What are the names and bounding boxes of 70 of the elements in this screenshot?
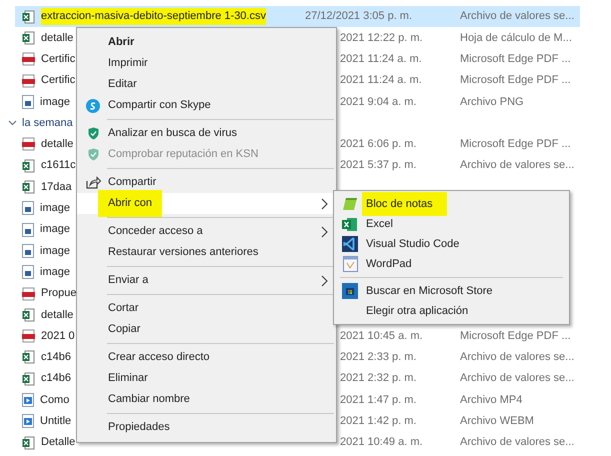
file-name: 2021 0 <box>41 328 75 344</box>
file-date: 2021 1:47 p. m. <box>340 392 418 408</box>
menu-item-label: Crear acceso directo <box>108 350 210 366</box>
group-header: la semana <box>22 116 73 131</box>
menu-item-label: WordPad <box>366 256 412 272</box>
menu-item-label: Abrir con <box>98 190 162 217</box>
file-name: Detalle <box>41 435 76 450</box>
menu-item-label: Bloc de notas <box>362 192 447 216</box>
menu-item-label: Imprimir <box>108 56 148 72</box>
file-type: Archivo de valores se... <box>460 435 574 450</box>
file-date: 27/12/2021 3:05 p. m. <box>305 9 414 24</box>
file-name: image <box>40 244 70 259</box>
menu-item-label: Restaurar versiones anteriores <box>108 245 258 260</box>
menu-item-label: Excel <box>366 216 393 232</box>
file-date: 2021 11:24 a. m. <box>340 73 423 88</box>
file-type: Hoja de cálculo de M... <box>460 30 572 46</box>
file-type: Microsoft Edge PDF ... <box>460 52 571 67</box>
file-type: Microsoft Edge PDF ... <box>460 328 571 344</box>
file-type: Archivo PNG <box>460 94 524 110</box>
file-date: 2021 2:32 p. m. <box>340 371 418 386</box>
file-name: detalle <box>41 308 74 323</box>
file-type: Archivo de valores se... <box>460 9 574 24</box>
file-name: extraccion-masiva-debito-septiembre 1-30.csv <box>41 8 266 25</box>
file-type: Archivo WEBM <box>460 414 534 430</box>
file-name: c14b6 <box>41 350 71 366</box>
menu-item-label: Enviar a <box>108 273 148 288</box>
file-name: c1611c <box>41 158 76 174</box>
file-date: 2021 5:37 p. m. <box>340 158 418 174</box>
file-date: 2021 10:45 a. m. <box>340 328 424 344</box>
file-type: Archivo de valores se... <box>460 158 574 174</box>
file-type: Archivo de valores se... <box>460 350 574 366</box>
menu-item-label: Analizar en busca de virus <box>108 126 238 142</box>
file-type: Archivo de valores se... <box>460 371 574 386</box>
menu-item-label: Cambiar nombre <box>108 392 190 408</box>
menu-item-label: Elegir otra aplicación <box>366 304 468 319</box>
file-name: detalle <box>41 137 74 152</box>
file-name: Propue <box>41 286 76 302</box>
file-name: Untitle <box>40 414 72 430</box>
menu-item-label: Compartir <box>108 175 156 190</box>
menu-item-label: Cortar <box>108 301 139 316</box>
menu-item-label: Conceder acceso a <box>108 224 203 240</box>
menu-item-label: Comprobar reputación en KSN <box>108 147 258 162</box>
file-name: image <box>40 94 70 110</box>
menu-item-label: Copiar <box>108 322 140 338</box>
file-type: Microsoft Edge PDF ... <box>460 137 571 152</box>
file-name: 17daa <box>41 180 72 195</box>
file-date: 2021 9:04 a. m. <box>340 94 418 110</box>
file-name: image <box>40 264 70 280</box>
file-name: image <box>40 222 70 238</box>
menu-item-label: Abrir <box>108 35 134 50</box>
file-name: c14b6 <box>41 371 71 386</box>
file-type: Archivo MP4 <box>460 392 522 408</box>
file-date: 2021 10:49 a. m. <box>340 435 424 450</box>
menu-item-label: Eliminar <box>108 371 148 386</box>
file-date: 2021 11:24 a. m. <box>340 52 423 67</box>
menu-item-label: Buscar en Microsoft Store <box>366 284 493 299</box>
menu-item-label: Visual Studio Code <box>366 236 460 252</box>
file-type: Microsoft Edge PDF ... <box>460 73 571 88</box>
file-name: image <box>40 201 70 216</box>
file-name: Como <box>40 392 70 408</box>
menu-item-label: Compartir con Skype <box>108 98 211 114</box>
menu-item-label: Editar <box>108 77 137 92</box>
file-name: Certific <box>41 73 76 88</box>
file-name: detalle <box>41 30 74 46</box>
file-date: 2021 12:22 p. m. <box>340 30 424 46</box>
file-name: Certific <box>41 52 76 67</box>
file-date: 2021 6:06 p. m. <box>340 137 418 152</box>
file-date: 2021 1:42 p. m. <box>340 414 418 430</box>
file-date: 2021 2:33 p. m. <box>340 350 418 366</box>
menu-item-label: Propiedades <box>108 420 170 436</box>
